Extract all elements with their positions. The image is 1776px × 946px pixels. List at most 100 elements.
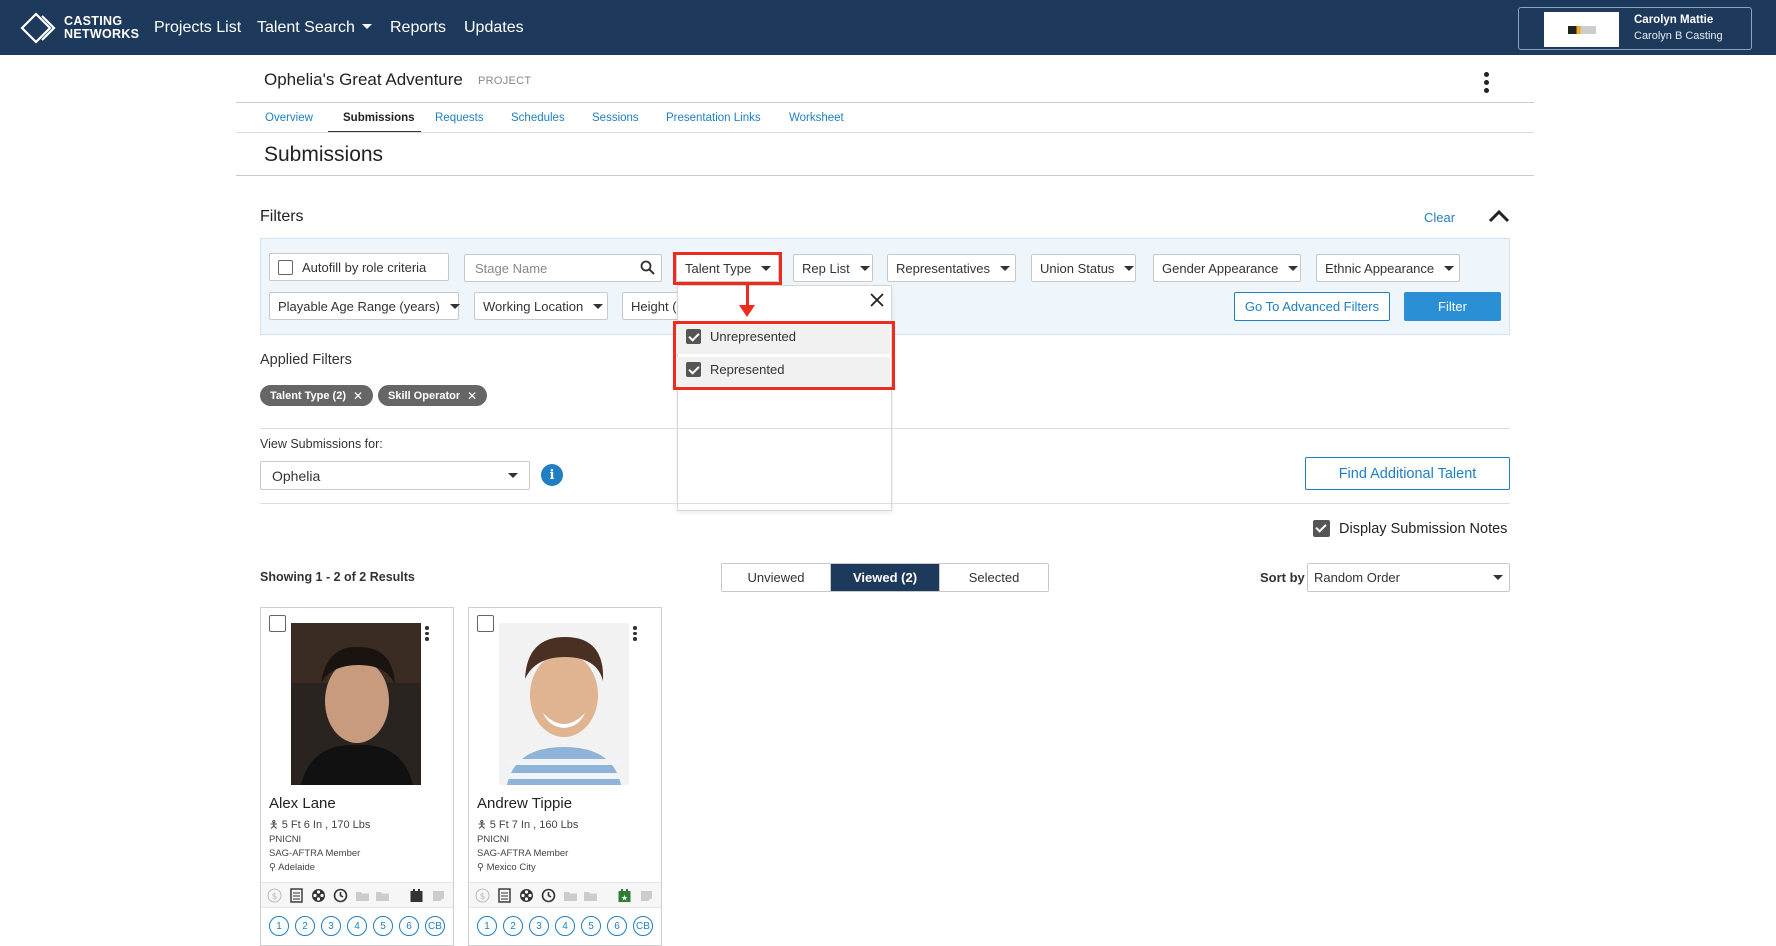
- talent-hw-text: 5 Ft 7 In , 160 Lbs: [489, 819, 579, 831]
- applied-filter-chip[interactable]: Skill Operator ✕: [378, 385, 488, 406]
- tag-2-button[interactable]: 2: [295, 916, 315, 936]
- calendar-star-icon[interactable]: ★: [617, 888, 632, 903]
- divider: [260, 503, 1510, 504]
- tag-cb-button[interactable]: CB: [633, 916, 653, 936]
- applied-filters-heading: Applied Filters: [260, 352, 352, 368]
- talent-headshot[interactable]: [499, 623, 629, 785]
- talent-card[interactable]: Andrew Tippie 🯅 5 Ft 7 In , 160 Lbs PNIC…: [468, 607, 662, 946]
- select-checkbox[interactable]: [477, 615, 494, 632]
- height-filter[interactable]: Height (: [622, 292, 682, 320]
- tab-presentation-links[interactable]: Presentation Links: [666, 112, 761, 124]
- nav-updates[interactable]: Updates: [464, 19, 524, 37]
- tab-schedules[interactable]: Schedules: [511, 112, 565, 124]
- working-location-filter[interactable]: Working Location: [474, 292, 608, 320]
- tag-3-button[interactable]: 3: [321, 916, 341, 936]
- tab-submissions[interactable]: Submissions: [343, 112, 415, 124]
- card-action-icons: $: [261, 882, 453, 908]
- chevron-up-icon[interactable]: [1488, 208, 1510, 224]
- select-checkbox[interactable]: [269, 615, 286, 632]
- history-icon[interactable]: [333, 888, 348, 903]
- tag-1-button[interactable]: 1: [269, 916, 289, 936]
- rep-list-filter[interactable]: Rep List: [793, 254, 873, 282]
- talent-location: ⚲ Mexico City: [477, 862, 536, 873]
- tag-6-button[interactable]: 6: [399, 916, 419, 936]
- dollar-icon[interactable]: $: [475, 888, 490, 903]
- talent-rep-code: PNICNI: [269, 834, 302, 845]
- working-location-label: Working Location: [483, 298, 584, 314]
- dollar-icon[interactable]: $: [267, 888, 282, 903]
- film-reel-icon[interactable]: [311, 888, 326, 903]
- tag-5-button[interactable]: 5: [373, 916, 393, 936]
- folder-icon[interactable]: [355, 888, 370, 903]
- ethnic-appearance-filter[interactable]: Ethnic Appearance: [1316, 254, 1460, 282]
- film-reel-icon[interactable]: [519, 888, 534, 903]
- close-icon[interactable]: ✕: [353, 389, 363, 403]
- display-submission-notes-toggle[interactable]: Display Submission Notes: [1313, 520, 1507, 537]
- talent-name[interactable]: Andrew Tippie: [477, 795, 572, 812]
- applied-filter-chip[interactable]: Talent Type (2) ✕: [260, 385, 374, 406]
- folder-icon[interactable]: [563, 888, 578, 903]
- talent-headshot[interactable]: [291, 623, 421, 785]
- search-icon[interactable]: [640, 260, 655, 275]
- calendar-icon[interactable]: [409, 888, 424, 903]
- tab-sessions[interactable]: Sessions: [592, 112, 639, 124]
- tab-overview[interactable]: Overview: [265, 112, 313, 124]
- union-status-filter[interactable]: Union Status: [1031, 254, 1136, 282]
- project-more-options-icon[interactable]: [1482, 72, 1490, 96]
- gender-appearance-filter[interactable]: Gender Appearance: [1153, 254, 1301, 282]
- svg-text:★: ★: [621, 894, 628, 903]
- resume-icon[interactable]: [497, 888, 512, 903]
- folder-icon[interactable]: [583, 888, 598, 903]
- chevron-down-icon: [449, 303, 460, 309]
- tag-cb-button[interactable]: CB: [425, 916, 445, 936]
- tag-1-button[interactable]: 1: [477, 916, 497, 936]
- nav-talent-search[interactable]: Talent Search: [257, 19, 372, 37]
- chevron-down-icon: [1493, 575, 1503, 580]
- autofill-role-criteria-checkbox[interactable]: Autofill by role criteria: [269, 253, 449, 281]
- tab-requests[interactable]: Requests: [435, 112, 484, 124]
- more-options-icon[interactable]: [633, 626, 637, 643]
- account-switcher[interactable]: Carolyn Mattie Carolyn B Casting: [1518, 7, 1752, 50]
- stage-name-input[interactable]: [464, 254, 662, 282]
- history-icon[interactable]: [541, 888, 556, 903]
- filter-button[interactable]: Filter: [1404, 292, 1501, 321]
- tag-3-button[interactable]: 3: [529, 916, 549, 936]
- project-title: Ophelia's Great Adventure: [264, 70, 463, 89]
- tab-worksheet[interactable]: Worksheet: [789, 112, 844, 124]
- find-additional-talent-button[interactable]: Find Additional Talent: [1305, 457, 1510, 490]
- tag-6-button[interactable]: 6: [607, 916, 627, 936]
- tag-4-button[interactable]: 4: [347, 916, 367, 936]
- casting-networks-logo[interactable]: CASTING NETWORKS: [20, 12, 139, 44]
- tab-viewed[interactable]: Viewed (2): [831, 564, 940, 591]
- clear-filters-link[interactable]: Clear: [1424, 210, 1455, 225]
- selection-tags: 1 2 3 4 5 6 CB: [269, 916, 445, 936]
- more-options-icon[interactable]: [425, 626, 429, 643]
- folder-icon[interactable]: [375, 888, 390, 903]
- info-icon[interactable]: i: [541, 464, 563, 486]
- playable-age-range-filter[interactable]: Playable Age Range (years): [269, 292, 460, 320]
- tag-5-button[interactable]: 5: [581, 916, 601, 936]
- representatives-filter[interactable]: Representatives: [887, 254, 1016, 282]
- note-icon[interactable]: [639, 888, 654, 903]
- note-icon[interactable]: [431, 888, 446, 903]
- account-user-name: Carolyn Mattie: [1634, 14, 1714, 26]
- advanced-filters-button[interactable]: Go To Advanced Filters: [1234, 292, 1390, 321]
- close-icon[interactable]: [869, 292, 885, 308]
- tag-2-button[interactable]: 2: [503, 916, 523, 936]
- talent-card[interactable]: Alex Lane 🯅 5 Ft 6 In , 170 Lbs PNICNI S…: [260, 607, 454, 946]
- svg-text:$: $: [272, 892, 278, 902]
- resume-icon[interactable]: [289, 888, 304, 903]
- talent-union: SAG-AFTRA Member: [269, 848, 361, 859]
- tab-selected[interactable]: Selected: [940, 564, 1048, 591]
- role-select[interactable]: Ophelia: [260, 461, 530, 490]
- talent-name[interactable]: Alex Lane: [269, 795, 336, 812]
- card-action-icons: $ ★: [469, 882, 661, 908]
- height-label: Height (: [631, 298, 677, 314]
- sort-select[interactable]: Random Order: [1307, 563, 1510, 592]
- close-icon[interactable]: ✕: [467, 389, 477, 403]
- tab-unviewed[interactable]: Unviewed: [722, 564, 831, 591]
- nav-reports[interactable]: Reports: [390, 19, 446, 37]
- chevron-down-icon: [508, 473, 518, 478]
- tag-4-button[interactable]: 4: [555, 916, 575, 936]
- nav-projects-list[interactable]: Projects List: [154, 19, 241, 37]
